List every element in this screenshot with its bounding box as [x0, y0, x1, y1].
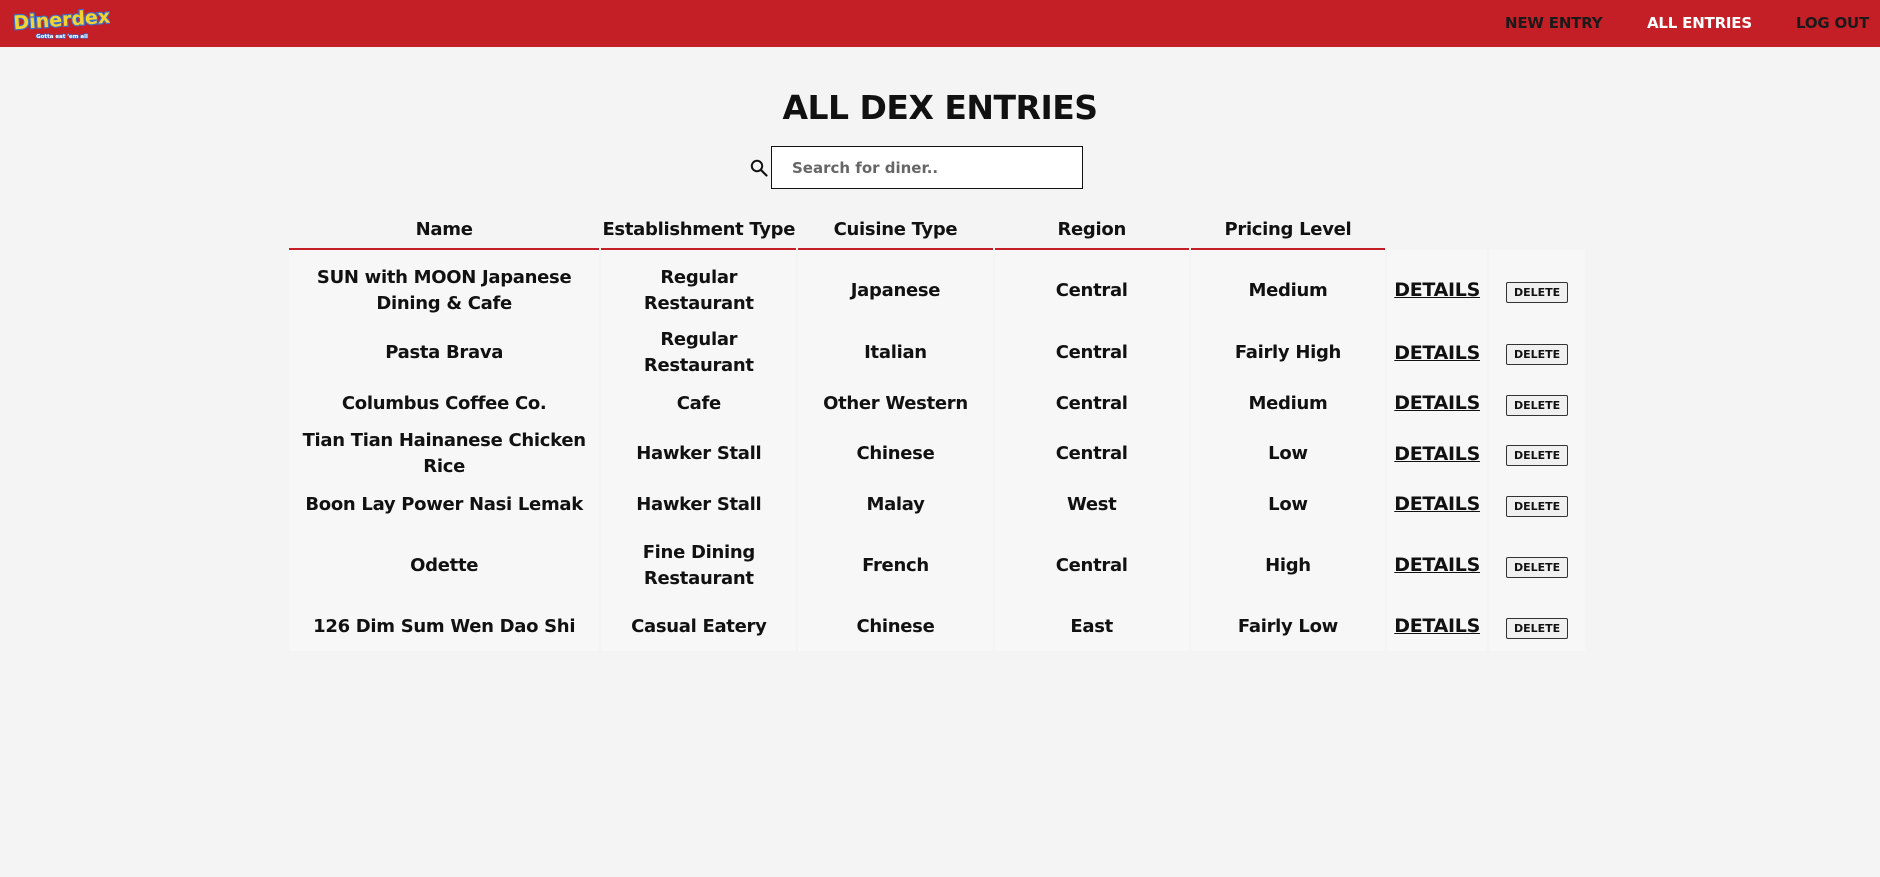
- cell-cuisine-type: Chinese: [798, 428, 993, 480]
- table-row: SUN with MOON Japanese Dining & Cafe Reg…: [289, 250, 1585, 327]
- cell-details: DETAILS: [1387, 480, 1488, 529]
- cell-cuisine-type: Malay: [798, 480, 993, 529]
- cell-name: Columbus Coffee Co.: [289, 379, 600, 428]
- cell-name: Odette: [289, 529, 600, 602]
- cell-details: DETAILS: [1387, 529, 1488, 602]
- cell-region: Central: [994, 428, 1189, 480]
- cell-cuisine-type: Japanese: [798, 250, 993, 327]
- cell-establishment-type: Regular Restaurant: [601, 327, 797, 379]
- column-header-name[interactable]: Name: [289, 210, 600, 250]
- cell-details: DETAILS: [1387, 379, 1488, 428]
- column-header-cuisine-type[interactable]: Cuisine Type: [798, 210, 993, 250]
- delete-button[interactable]: DELETE: [1505, 617, 1569, 639]
- table-row: Columbus Coffee Co. Cafe Other Western C…: [289, 379, 1585, 428]
- details-link[interactable]: DETAILS: [1394, 279, 1480, 301]
- cell-pricing-level: Fairly High: [1190, 327, 1386, 379]
- cell-name: Tian Tian Hainanese Chicken Rice: [289, 428, 600, 480]
- cell-name: Pasta Brava: [289, 327, 600, 379]
- cell-delete: DELETE: [1489, 602, 1585, 651]
- cell-delete: DELETE: [1489, 428, 1585, 480]
- cell-establishment-type: Fine Dining Restaurant: [601, 529, 797, 602]
- details-link[interactable]: DETAILS: [1394, 554, 1480, 576]
- cell-region: Central: [994, 529, 1189, 602]
- cell-name: SUN with MOON Japanese Dining & Cafe: [289, 250, 600, 327]
- column-header-details: [1387, 210, 1487, 250]
- nav-new-entry[interactable]: NEW ENTRY: [1505, 14, 1603, 32]
- delete-button[interactable]: DELETE: [1505, 344, 1569, 365]
- logo-tagline: Gotta eat 'em all: [36, 34, 88, 40]
- cell-delete: DELETE: [1489, 529, 1585, 602]
- table-row: Tian Tian Hainanese Chicken Rice Hawker …: [289, 428, 1585, 480]
- cell-establishment-type: Hawker Stall: [601, 428, 797, 480]
- column-header-region[interactable]: Region: [994, 210, 1189, 250]
- cell-establishment-type: Hawker Stall: [601, 480, 797, 529]
- cell-region: East: [994, 602, 1189, 651]
- cell-establishment-type: Casual Eatery: [601, 602, 797, 651]
- dinerdex-logo[interactable]: Dinerdex Gotta eat 'em all: [14, 3, 110, 43]
- cell-delete: DELETE: [1489, 327, 1585, 379]
- search-input[interactable]: [771, 146, 1083, 189]
- cell-region: Central: [994, 327, 1189, 379]
- delete-button[interactable]: DELETE: [1505, 394, 1569, 416]
- cell-region: West: [994, 480, 1189, 529]
- delete-button[interactable]: DELETE: [1505, 445, 1569, 466]
- cell-details: DETAILS: [1387, 327, 1488, 379]
- top-navbar: Dinerdex Gotta eat 'em all NEW ENTRY ALL…: [0, 0, 1880, 47]
- cell-pricing-level: Low: [1190, 428, 1386, 480]
- cell-delete: DELETE: [1489, 250, 1585, 327]
- cell-establishment-type: Regular Restaurant: [601, 250, 797, 327]
- cell-cuisine-type: Other Western: [798, 379, 993, 428]
- cell-delete: DELETE: [1489, 379, 1585, 428]
- cell-pricing-level: Fairly Low: [1190, 602, 1386, 651]
- logo-wordmark: Dinerdex: [14, 6, 110, 35]
- cell-cuisine-type: Italian: [798, 327, 993, 379]
- cell-name: 126 Dim Sum Wen Dao Shi: [289, 602, 600, 651]
- cell-pricing-level: Medium: [1190, 250, 1386, 327]
- nav-log-out[interactable]: LOG OUT: [1796, 14, 1869, 32]
- cell-establishment-type: Cafe: [601, 379, 797, 428]
- table-header-row: Name Establishment Type Cuisine Type Reg…: [289, 210, 1585, 250]
- cell-cuisine-type: Chinese: [798, 602, 993, 651]
- page-title: ALL DEX ENTRIES: [782, 88, 1098, 127]
- details-link[interactable]: DETAILS: [1394, 342, 1480, 364]
- cell-pricing-level: Medium: [1190, 379, 1386, 428]
- cell-details: DETAILS: [1387, 250, 1488, 327]
- entries-table-container: Name Establishment Type Cuisine Type Reg…: [287, 210, 1587, 651]
- cell-pricing-level: Low: [1190, 480, 1386, 529]
- delete-button[interactable]: DELETE: [1505, 495, 1569, 517]
- details-link[interactable]: DETAILS: [1394, 615, 1480, 637]
- details-link[interactable]: DETAILS: [1394, 493, 1480, 515]
- delete-button[interactable]: DELETE: [1505, 281, 1569, 303]
- details-link[interactable]: DETAILS: [1394, 443, 1480, 465]
- search-icon: [750, 159, 768, 177]
- delete-button[interactable]: DELETE: [1505, 556, 1569, 578]
- table-row: 126 Dim Sum Wen Dao Shi Casual Eatery Ch…: [289, 602, 1585, 651]
- cell-pricing-level: High: [1190, 529, 1386, 602]
- cell-name: Boon Lay Power Nasi Lemak: [289, 480, 600, 529]
- cell-details: DETAILS: [1387, 428, 1488, 480]
- cell-cuisine-type: French: [798, 529, 993, 602]
- cell-region: Central: [994, 250, 1189, 327]
- column-header-establishment-type[interactable]: Establishment Type: [601, 210, 797, 250]
- table-row: Odette Fine Dining Restaurant French Cen…: [289, 529, 1585, 602]
- table-row: Pasta Brava Regular Restaurant Italian C…: [289, 327, 1585, 379]
- cell-region: Central: [994, 379, 1189, 428]
- entries-table: Name Establishment Type Cuisine Type Reg…: [287, 210, 1587, 651]
- nav-all-entries[interactable]: ALL ENTRIES: [1647, 14, 1752, 32]
- column-header-pricing-level[interactable]: Pricing Level: [1190, 210, 1386, 250]
- cell-details: DETAILS: [1387, 602, 1488, 651]
- column-header-delete: [1489, 210, 1585, 250]
- details-link[interactable]: DETAILS: [1394, 392, 1480, 414]
- cell-delete: DELETE: [1489, 480, 1585, 529]
- table-row: Boon Lay Power Nasi Lemak Hawker Stall M…: [289, 480, 1585, 529]
